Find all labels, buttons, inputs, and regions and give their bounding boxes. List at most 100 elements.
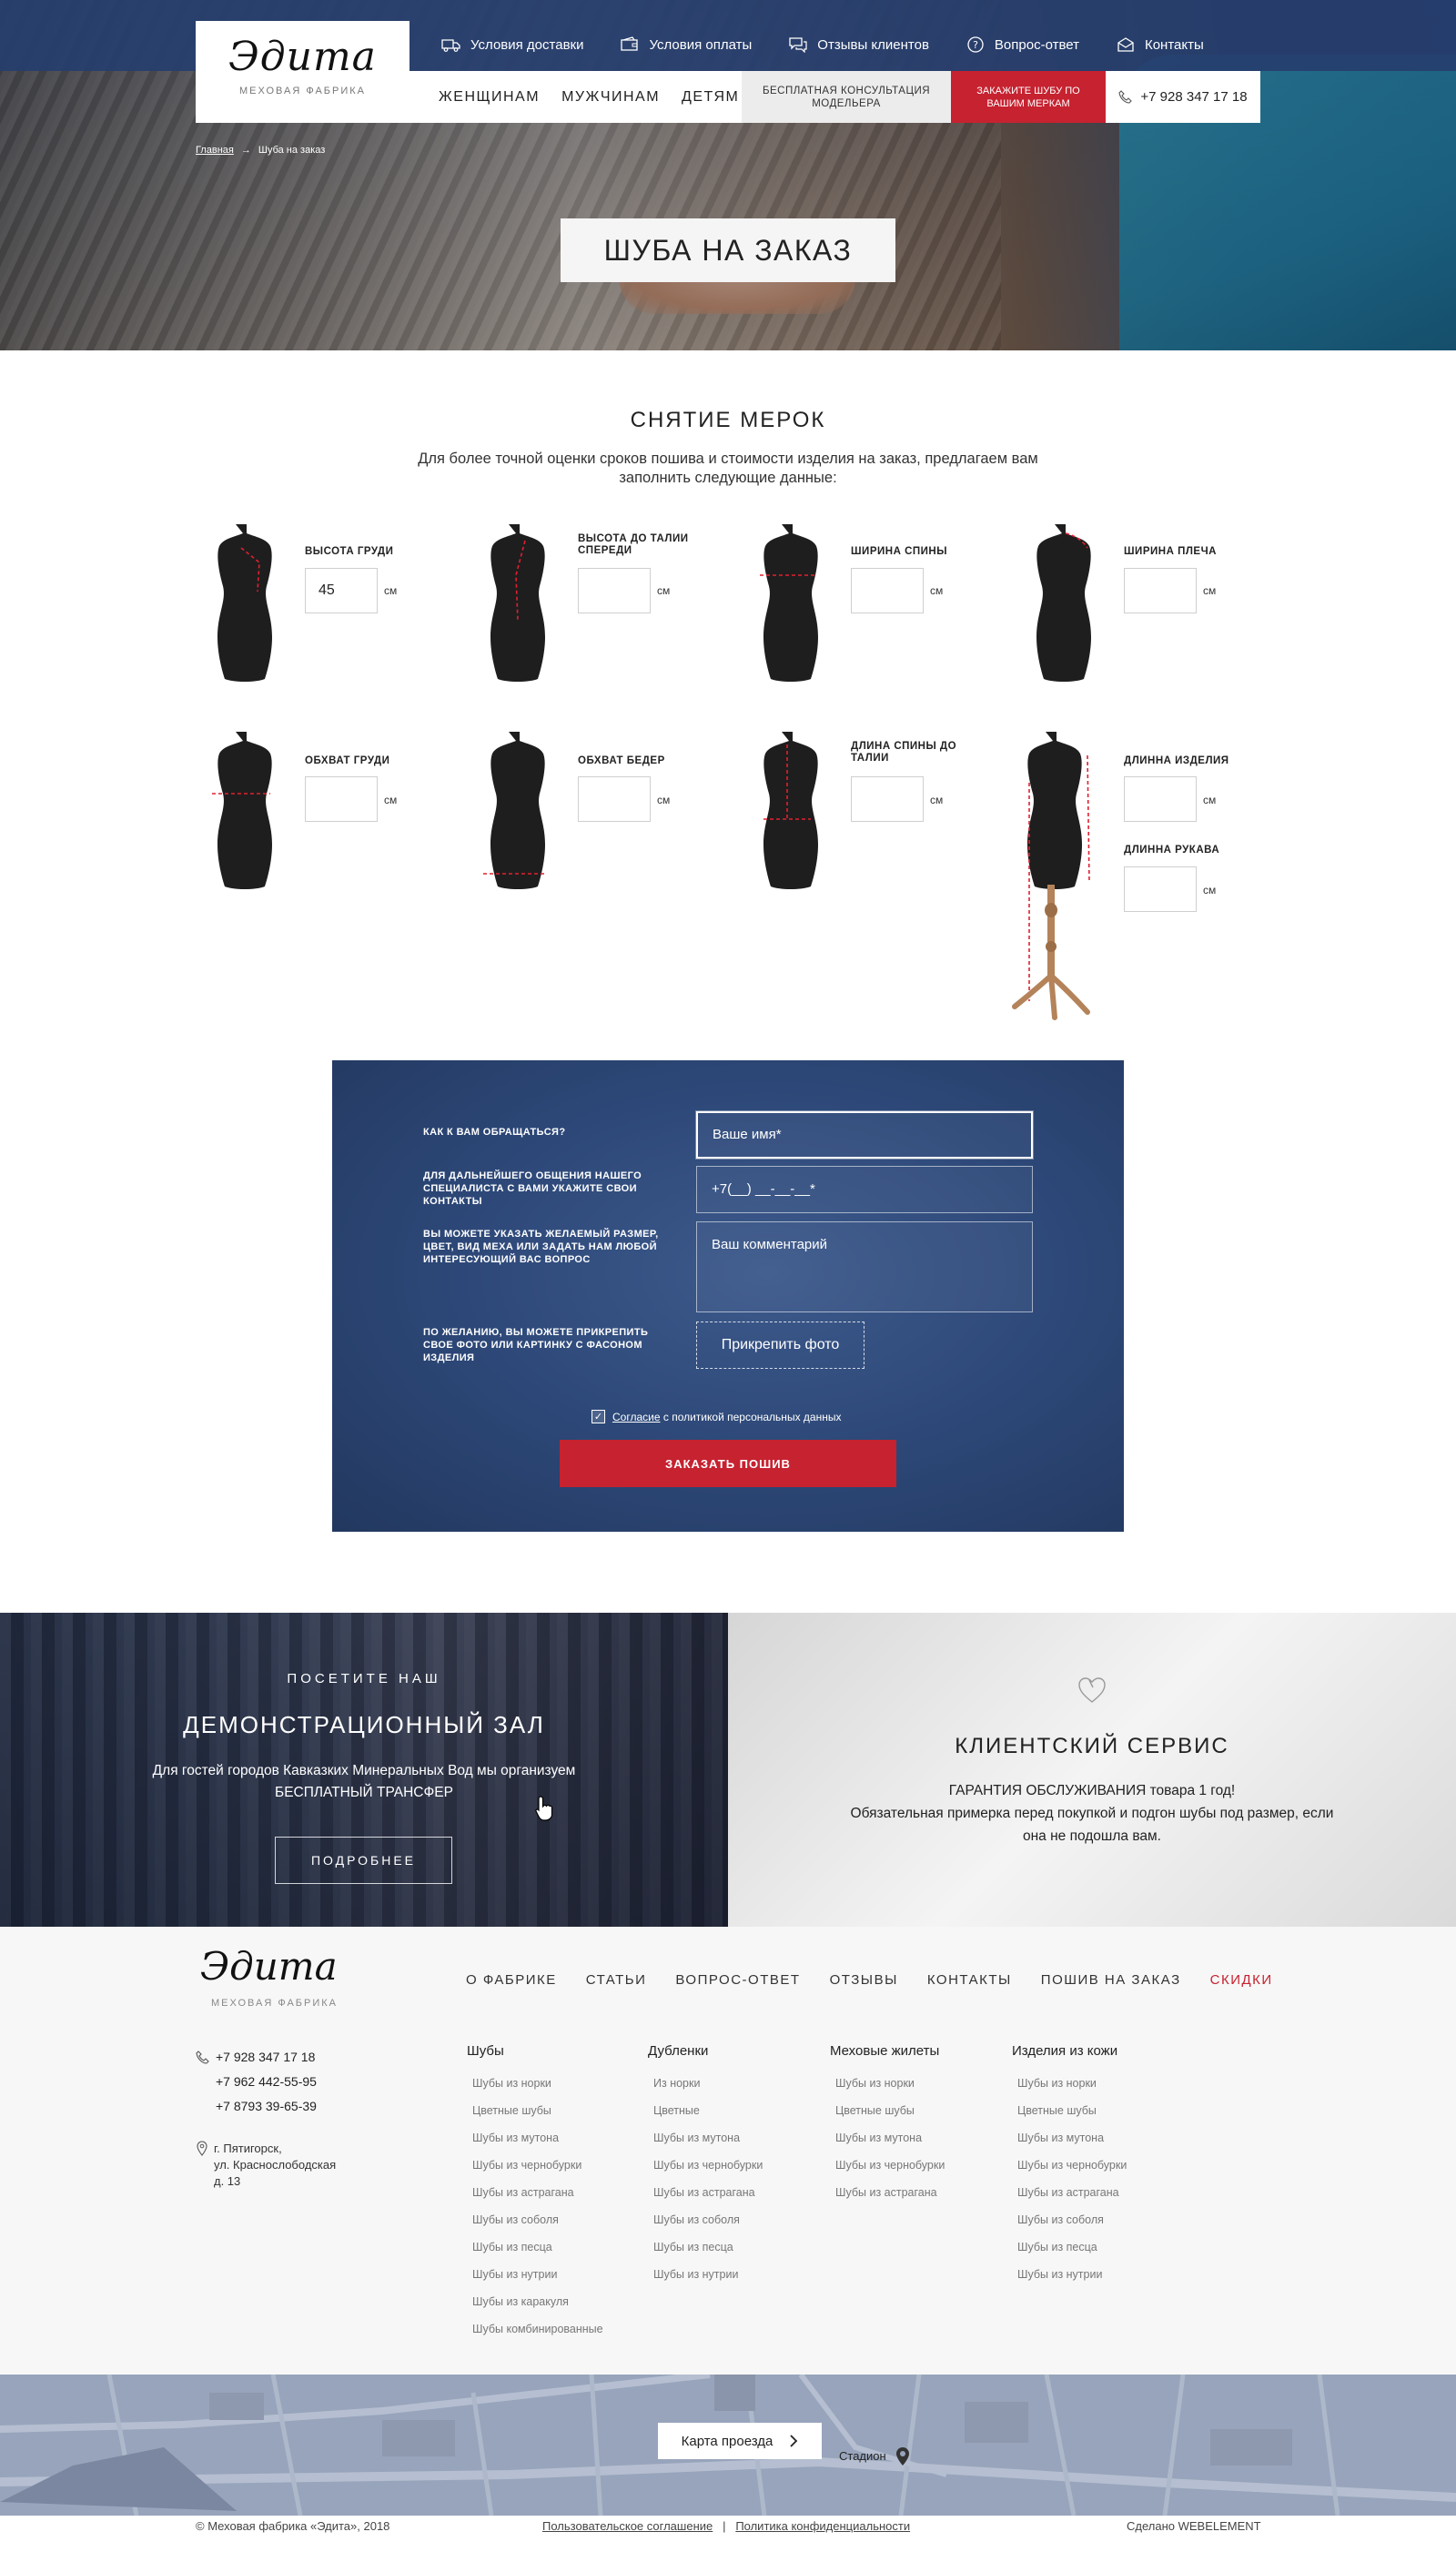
footer-link[interactable]: Шубы из соболя	[1012, 2206, 1194, 2233]
front-waist-input[interactable]	[578, 568, 651, 613]
link-payment[interactable]: Условия оплаты	[620, 36, 752, 53]
footer-link[interactable]: Шубы из астрагана	[648, 2179, 830, 2206]
comment-field[interactable]: Ваш комментарий	[696, 1221, 1033, 1312]
footer-link[interactable]: Шубы из песца	[648, 2233, 830, 2261]
submit-order-button[interactable]: ЗАКАЗАТЬ ПОШИВ	[560, 1440, 896, 1487]
link-faq[interactable]: ? Вопрос-ответ	[966, 36, 1079, 53]
map-label: Стадион	[839, 2449, 886, 2463]
name-field[interactable]: Ваше имя*	[696, 1111, 1033, 1159]
footer-link[interactable]: Шубы из нутрии	[1012, 2261, 1194, 2288]
consent-link[interactable]: Согласие	[612, 1411, 661, 1423]
logo-tagline: МЕХОВАЯ ФАБРИКА	[238, 86, 366, 96]
footer-link[interactable]: Шубы из песца	[1012, 2233, 1194, 2261]
copyright: © Меховая фабрика «Эдита», 2018	[196, 2519, 390, 2533]
directions-button[interactable]: Карта проезда	[658, 2423, 822, 2459]
footer-link[interactable]: Шубы из чернобурки	[648, 2152, 830, 2179]
footer-link[interactable]: Шубы из чернобурки	[467, 2152, 649, 2179]
back-width-input[interactable]	[851, 568, 924, 613]
footer-link[interactable]: Шубы из мутона	[467, 2124, 649, 2152]
footer-nav-sale[interactable]: СКИДКИ	[1210, 1972, 1273, 1988]
category-menu: ЖЕНЩИНАМ МУЖЧИНАМ ДЕТЯМ	[410, 71, 742, 123]
breadcrumb-current: Шуба на заказ	[258, 145, 326, 156]
hand-cursor-icon	[535, 1796, 553, 1821]
mannequin-stand-icon	[1012, 732, 1090, 1020]
footer-link[interactable]: Шубы из нутрии	[648, 2261, 830, 2288]
phone-field[interactable]: +7(__) __-__-__*	[696, 1166, 1033, 1213]
footer-link[interactable]: Цветные	[648, 2097, 830, 2124]
footer-nav-reviews[interactable]: ОТЗЫВЫ	[830, 1972, 898, 1988]
footer-nav-contacts[interactable]: КОНТАКТЫ	[927, 1972, 1012, 1988]
measure-chest-height: ВЫСОТА ГРУДИ 45 см	[196, 521, 432, 684]
back-length-input[interactable]	[851, 776, 924, 822]
footer-link[interactable]: Шубы из астрагана	[830, 2179, 1012, 2206]
mannequin-icon	[483, 732, 545, 889]
link-contacts[interactable]: Контакты	[1116, 36, 1204, 53]
link-delivery[interactable]: Условия доставки	[441, 36, 583, 53]
footer-link[interactable]: Шубы из соболя	[648, 2206, 830, 2233]
logo-text: Эдита	[228, 34, 377, 80]
footer-link[interactable]: Шубы из соболя	[467, 2206, 649, 2233]
shoulder-width-input[interactable]	[1124, 568, 1197, 613]
footer-link[interactable]: Шубы из норки	[1012, 2070, 1194, 2097]
showroom-more-button[interactable]: ПОДРОБНЕЕ	[275, 1837, 452, 1884]
footer-link[interactable]: Шубы из мутона	[1012, 2124, 1194, 2152]
heart-icon	[1078, 1677, 1106, 1703]
link-reviews[interactable]: Отзывы клиентов	[788, 36, 929, 53]
nav-men[interactable]: МУЖЧИНАМ	[561, 89, 660, 106]
logo[interactable]: Эдита МЕХОВАЯ ФАБРИКА	[196, 21, 410, 123]
order-form: КАК К ВАМ ОБРАЩАТЬСЯ? Ваше имя* ДЛЯ ДАЛЬ…	[332, 1060, 1124, 1532]
mannequin-icon	[760, 524, 818, 682]
measure-back-width: ШИРИНА СПИНЫ см	[742, 521, 978, 684]
consult-button[interactable]: БЕСПЛАТНАЯ КОНСУЛЬТАЦИЯ МОДЕЛЬЕРА	[742, 71, 951, 123]
question-icon: ?	[967, 36, 984, 53]
footer-link[interactable]: Шубы из чернобурки	[1012, 2152, 1194, 2179]
footer-link[interactable]: Цветные шубы	[467, 2097, 649, 2124]
footer-link[interactable]: Шубы комбинированные	[467, 2315, 649, 2343]
made-by[interactable]: Сделано WEBELEMENT	[1127, 2519, 1261, 2533]
footer-nav-faq[interactable]: ВОПРОС-ОТВЕТ	[675, 1972, 800, 1988]
footer-link[interactable]: Шубы из норки	[830, 2070, 1012, 2097]
footer-link[interactable]: Шубы из каракуля	[467, 2288, 649, 2315]
showroom-title: ДЕМОНСТРАЦИОННЫЙ ЗАЛ	[183, 1711, 545, 1738]
privacy-link[interactable]: Политика конфиденциальности	[735, 2519, 910, 2533]
service-banner	[728, 1613, 1456, 1927]
nav-women[interactable]: ЖЕНЩИНАМ	[439, 89, 540, 106]
footer-link[interactable]: Шубы из норки	[467, 2070, 649, 2097]
footer-phone-1[interactable]: +7 928 347 17 18	[216, 2045, 315, 2070]
order-coat-button[interactable]: ЗАКАЖИТЕ ШУБУ ПО ВАШИМ МЕРКАМ	[951, 71, 1106, 123]
footer-link[interactable]: Шубы из нутрии	[467, 2261, 649, 2288]
footer-link[interactable]: Из норки	[648, 2070, 830, 2097]
footer-link[interactable]: Шубы из астрагана	[1012, 2179, 1194, 2206]
nav-kids[interactable]: ДЕТЯМ	[682, 89, 739, 106]
footer-link[interactable]: Цветные шубы	[1012, 2097, 1194, 2124]
footer-link[interactable]: Шубы из мутона	[830, 2124, 1012, 2152]
footer-nav-custom[interactable]: ПОШИВ НА ЗАКАЗ	[1041, 1972, 1181, 1988]
sleeve-length-input[interactable]	[1124, 866, 1197, 912]
footer-phone-3[interactable]: +7 8793 39-65-39	[196, 2094, 317, 2119]
chest-girth-input[interactable]	[305, 776, 378, 822]
footer-link[interactable]: Шубы из мутона	[648, 2124, 830, 2152]
footer-phone-2[interactable]: +7 962 442-55-95	[196, 2070, 317, 2094]
footer-link[interactable]: Шубы из астрагана	[467, 2179, 649, 2206]
legal-links: Пользовательское соглашение | Политика к…	[542, 2519, 911, 2533]
header-phone[interactable]: +7 928 347 17 18	[1106, 71, 1260, 123]
breadcrumb-home[interactable]: Главная	[196, 145, 234, 156]
consent-checkbox[interactable]: ✓	[592, 1410, 605, 1423]
attach-photo-button[interactable]: Прикрепить фото	[696, 1322, 864, 1369]
footer-logo-tagline: МЕХОВАЯ ФАБРИКА	[211, 1998, 339, 2009]
hip-girth-input[interactable]	[578, 776, 651, 822]
footer-link[interactable]: Шубы из песца	[467, 2233, 649, 2261]
footer-link[interactable]: Шубы из чернобурки	[830, 2152, 1012, 2179]
footer-nav-about[interactable]: О ФАБРИКЕ	[466, 1972, 557, 1988]
footer-phones: +7 928 347 17 18 +7 962 442-55-95 +7 879…	[196, 2045, 317, 2119]
item-length-input[interactable]	[1124, 776, 1197, 822]
footer-nav-articles[interactable]: СТАТЬИ	[586, 1972, 647, 1988]
terms-link[interactable]: Пользовательское соглашение	[542, 2519, 713, 2533]
footer-link[interactable]: Цветные шубы	[830, 2097, 1012, 2124]
mannequin-icon	[1036, 524, 1091, 682]
svg-text:?: ?	[973, 39, 978, 51]
measurements-title: СНЯТИЕ МЕРОК	[630, 408, 826, 432]
footer-logo[interactable]: Эдита	[200, 1944, 338, 1989]
chest-height-input[interactable]: 45	[305, 568, 378, 613]
map-pin-icon	[896, 2447, 909, 2466]
